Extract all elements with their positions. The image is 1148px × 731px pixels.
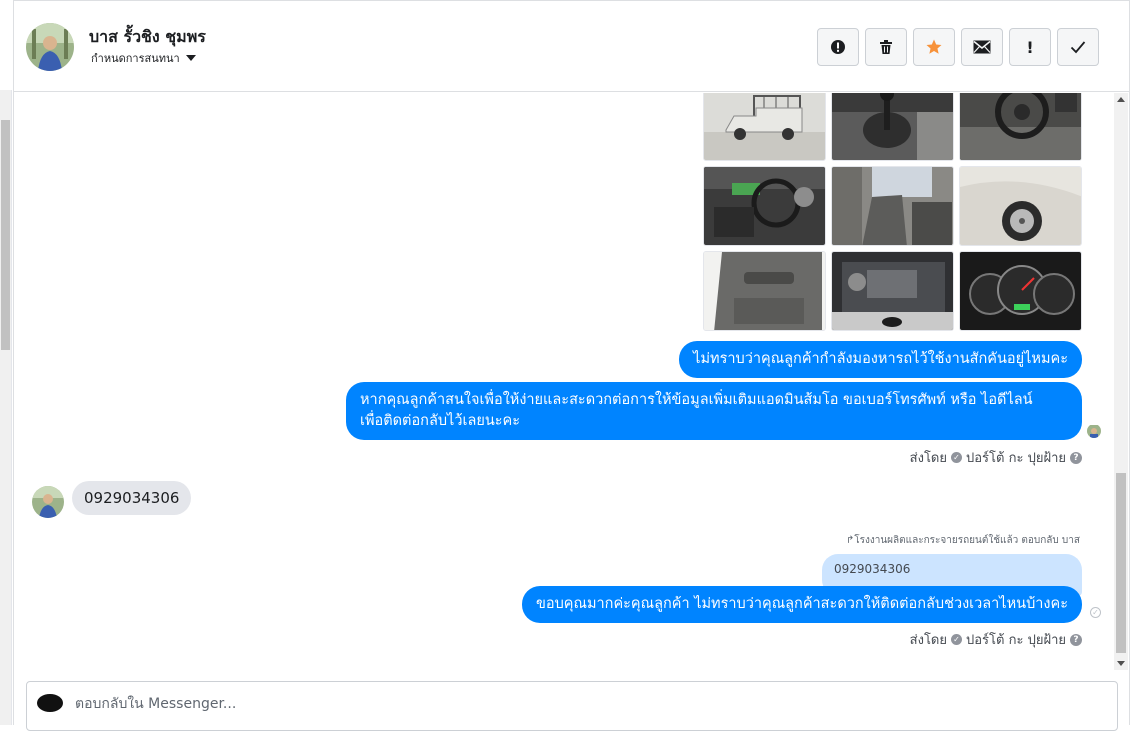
photo-door-panel[interactable]	[703, 251, 826, 331]
scroll-down-arrow-icon[interactable]	[1117, 661, 1125, 666]
photo-truck-side[interactable]	[703, 93, 826, 161]
contact-avatar-small[interactable]	[32, 486, 64, 518]
outgoing-message-multiline[interactable]: หากคุณลูกค้าสนใจเพื่อให้ง่ายและสะดวกต่อก…	[346, 382, 1082, 440]
photo-steering-wheel[interactable]	[959, 93, 1082, 161]
seen-avatar	[1087, 424, 1101, 438]
assign-conversation-dropdown[interactable]: กำหนดการสนทนา	[91, 49, 196, 67]
photo-attachment-grid	[703, 93, 1082, 331]
header-actions: !	[817, 28, 1099, 66]
conversation-header: บาส รั้วชิง ชุมพร กำหนดการสนทนา !	[14, 0, 1129, 92]
mark-done-button[interactable]	[1057, 28, 1099, 66]
help-icon[interactable]: ?	[1070, 633, 1082, 646]
reply-composer[interactable]	[26, 681, 1118, 731]
contact-name[interactable]: บาส รั้วชิง ชุมพร	[89, 25, 206, 50]
contact-avatar[interactable]	[26, 23, 74, 71]
reply-context-note: ↱โรงงานผลิตและกระจายรถยนต์ใช้แล้ว ตอบกลั…	[845, 535, 1080, 546]
spam-report-button[interactable]	[817, 28, 859, 66]
left-scrollbar-thumb[interactable]	[1, 120, 10, 350]
exclamation-icon: !	[1026, 37, 1034, 57]
thread-scrollbar-thumb[interactable]	[1116, 473, 1126, 653]
outgoing-message[interactable]: ไม่ทราบว่าคุณลูกค้ากำลังมองหารถไว้ใช้งาน…	[679, 341, 1082, 378]
checkmark-icon	[1070, 41, 1086, 54]
mark-unread-button[interactable]	[961, 28, 1003, 66]
assign-label: กำหนดการสนทนา	[91, 52, 180, 65]
incoming-message[interactable]: 0929034306	[72, 481, 192, 515]
envelope-icon	[973, 40, 991, 54]
photo-driver-seat[interactable]	[831, 166, 954, 246]
photo-engine-bay[interactable]	[831, 251, 954, 331]
verified-check-icon: ✓	[951, 634, 962, 645]
scroll-up-arrow-icon[interactable]	[1117, 97, 1125, 102]
message-line: หากคุณลูกค้าสนใจเพื่อให้ง่ายและสะดวกต่อก…	[360, 392, 1033, 408]
outgoing-message[interactable]: ขอบคุณมากค่ะคุณลูกค้า ไม่ทราบว่าคุณลูกค้…	[521, 586, 1082, 623]
photo-gear-shift[interactable]	[831, 93, 954, 161]
alert-circle-icon	[831, 40, 845, 54]
sent-by-name[interactable]: ปอร์โต้ กะ ปุยฝ้าย	[966, 629, 1066, 650]
sent-by-label: ส่งโดย	[909, 633, 947, 648]
reply-input[interactable]	[75, 690, 975, 718]
page-logo-avatar	[37, 694, 63, 712]
sent-by-info: ส่งโดย ✓ ปอร์โต้ กะ ปุยฝ้าย ?	[910, 629, 1082, 650]
sent-by-name[interactable]: ปอร์โต้ กะ ปุยฝ้าย	[966, 447, 1066, 468]
sent-by-info: ส่งโดย ✓ ปอร์โต้ กะ ปุยฝ้าย ?	[910, 447, 1082, 468]
star-icon	[926, 39, 942, 54]
thread-scrollbar[interactable]	[1114, 93, 1128, 670]
delivered-check-icon: ✓	[1090, 607, 1101, 618]
photo-dashboard[interactable]	[703, 166, 826, 246]
follow-up-button[interactable]: !	[1009, 28, 1051, 66]
message-line: เพื่อติดต่อกลับไว้เลยนะคะ	[360, 413, 521, 429]
left-scrollbar[interactable]	[0, 90, 12, 725]
photo-wheel[interactable]	[959, 166, 1082, 246]
message-thread[interactable]: ไม่ทราบว่าคุณลูกค้ากำลังมองหารถไว้ใช้งาน…	[14, 93, 1112, 670]
photo-gauges[interactable]	[959, 251, 1082, 331]
help-icon[interactable]: ?	[1070, 451, 1082, 464]
star-button[interactable]	[913, 28, 955, 66]
verified-check-icon: ✓	[951, 452, 962, 463]
sent-by-label: ส่งโดย	[909, 451, 947, 466]
caret-down-icon	[185, 55, 196, 61]
trash-icon	[880, 40, 892, 54]
conversation-panel: บาส รั้วชิง ชุมพร กำหนดการสนทนา ! ไม่ทรา…	[13, 0, 1130, 731]
delete-button[interactable]	[865, 28, 907, 66]
